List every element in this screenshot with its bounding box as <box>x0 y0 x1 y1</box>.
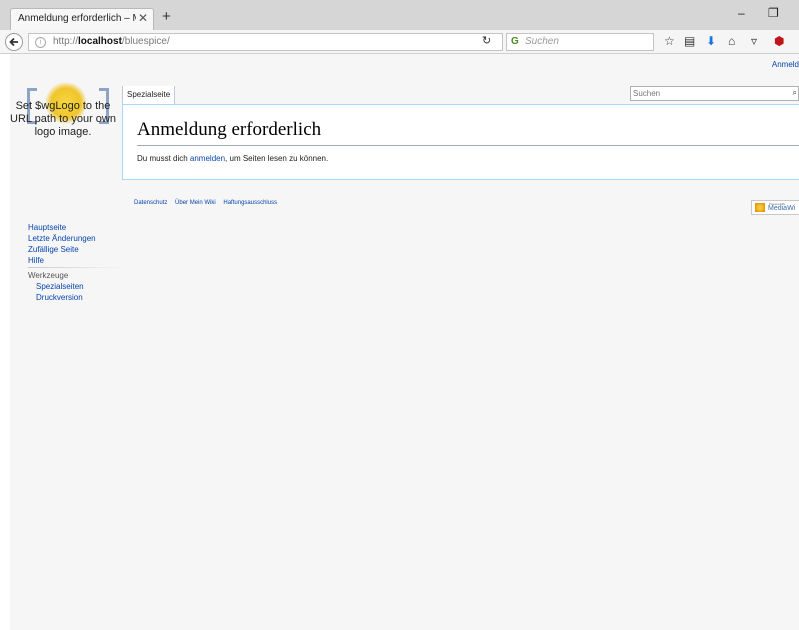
heading-divider <box>137 145 799 146</box>
mediawiki-text: MediaWi <box>768 205 796 212</box>
browser-titlebar: Anmeldung erforderlich – Mei… ✕ + – ❐ <box>0 0 799 30</box>
footer-links: Datenschutz Über Mein Wiki Haftungsaussc… <box>134 200 283 206</box>
wiki-search-box[interactable]: ⌕ <box>630 86 799 101</box>
browser-search-placeholder: Suchen <box>525 36 559 47</box>
login-inline-link[interactable]: anmelden <box>190 154 225 163</box>
tools-section: Werkzeuge Spezialseiten Druckversion <box>28 270 128 303</box>
browser-search-bar[interactable]: G Suchen <box>506 33 654 51</box>
close-icon[interactable]: ✕ <box>138 11 148 25</box>
footer-link-privacy[interactable]: Datenschutz <box>134 200 167 206</box>
download-icon[interactable]: ⬇ <box>706 34 716 48</box>
new-tab-button[interactable]: + <box>162 9 171 24</box>
footer-link-disclaimer[interactable]: Haftungsausschluss <box>223 200 277 206</box>
url-bar[interactable]: i http://localhost/bluespice/ <box>28 33 503 51</box>
ublock-icon[interactable]: ⬢ <box>774 34 784 48</box>
reading-list-icon[interactable]: ▤ <box>684 34 695 48</box>
sidebar-navigation: Hauptseite Letzte Änderungen Zufällige S… <box>28 222 128 266</box>
search-engine-icon: G <box>511 36 519 47</box>
sidebar-item-help[interactable]: Hilfe <box>28 255 128 266</box>
browser-navbar: i http://localhost/bluespice/ ↻ G Suchen… <box>0 30 799 54</box>
reload-icon[interactable]: ↻ <box>482 34 491 47</box>
login-required-message: Du musst dich anmelden, um Seiten lesen … <box>137 154 329 163</box>
browser-tab[interactable]: Anmeldung erforderlich – Mei… ✕ <box>10 8 154 30</box>
back-button[interactable] <box>5 33 23 51</box>
login-link[interactable]: Anmeld <box>772 60 799 69</box>
minimize-icon[interactable]: – <box>738 6 745 20</box>
pocket-icon[interactable]: ▿ <box>751 34 757 48</box>
search-icon[interactable]: ⌕ <box>793 88 797 98</box>
restore-icon[interactable]: ❐ <box>768 6 779 20</box>
tools-item-print-version[interactable]: Druckversion <box>28 292 128 303</box>
content-area: Anmeldung erforderlich Du musst dich anm… <box>122 104 799 180</box>
home-icon[interactable]: ⌂ <box>728 34 735 48</box>
info-icon[interactable]: i <box>35 37 46 48</box>
tools-heading[interactable]: Werkzeuge <box>28 270 128 281</box>
back-arrow-icon <box>9 37 18 47</box>
footer-link-about[interactable]: Über Mein Wiki <box>175 200 216 206</box>
bookmark-star-icon[interactable]: ☆ <box>664 34 675 48</box>
mediawiki-logo-icon <box>755 203 765 212</box>
wiki-logo[interactable]: Set $wgLogo to the URL path to your own … <box>10 82 116 138</box>
page-title: Anmeldung erforderlich <box>137 119 322 140</box>
url-text: http://localhost/bluespice/ <box>53 36 170 47</box>
logo-text: Set $wgLogo to the URL path to your own … <box>10 100 116 138</box>
web-page: Anmeld Set $wgLogo to the URL path to yo… <box>10 54 799 630</box>
tools-item-special-pages[interactable]: Spezialseiten <box>28 281 128 292</box>
sidebar-item-random-page[interactable]: Zufällige Seite <box>28 244 128 255</box>
tools-divider <box>28 267 124 268</box>
tab-special-page[interactable]: Spezialseite <box>122 86 176 104</box>
tab-title: Anmeldung erforderlich – Mei… <box>18 13 136 24</box>
wiki-search-input[interactable] <box>633 87 783 100</box>
sidebar-item-recent-changes[interactable]: Letzte Änderungen <box>28 233 128 244</box>
sidebar-item-main-page[interactable]: Hauptseite <box>28 222 128 233</box>
powered-by-mediawiki-badge[interactable]: Powered By MediaWi <box>751 200 799 215</box>
